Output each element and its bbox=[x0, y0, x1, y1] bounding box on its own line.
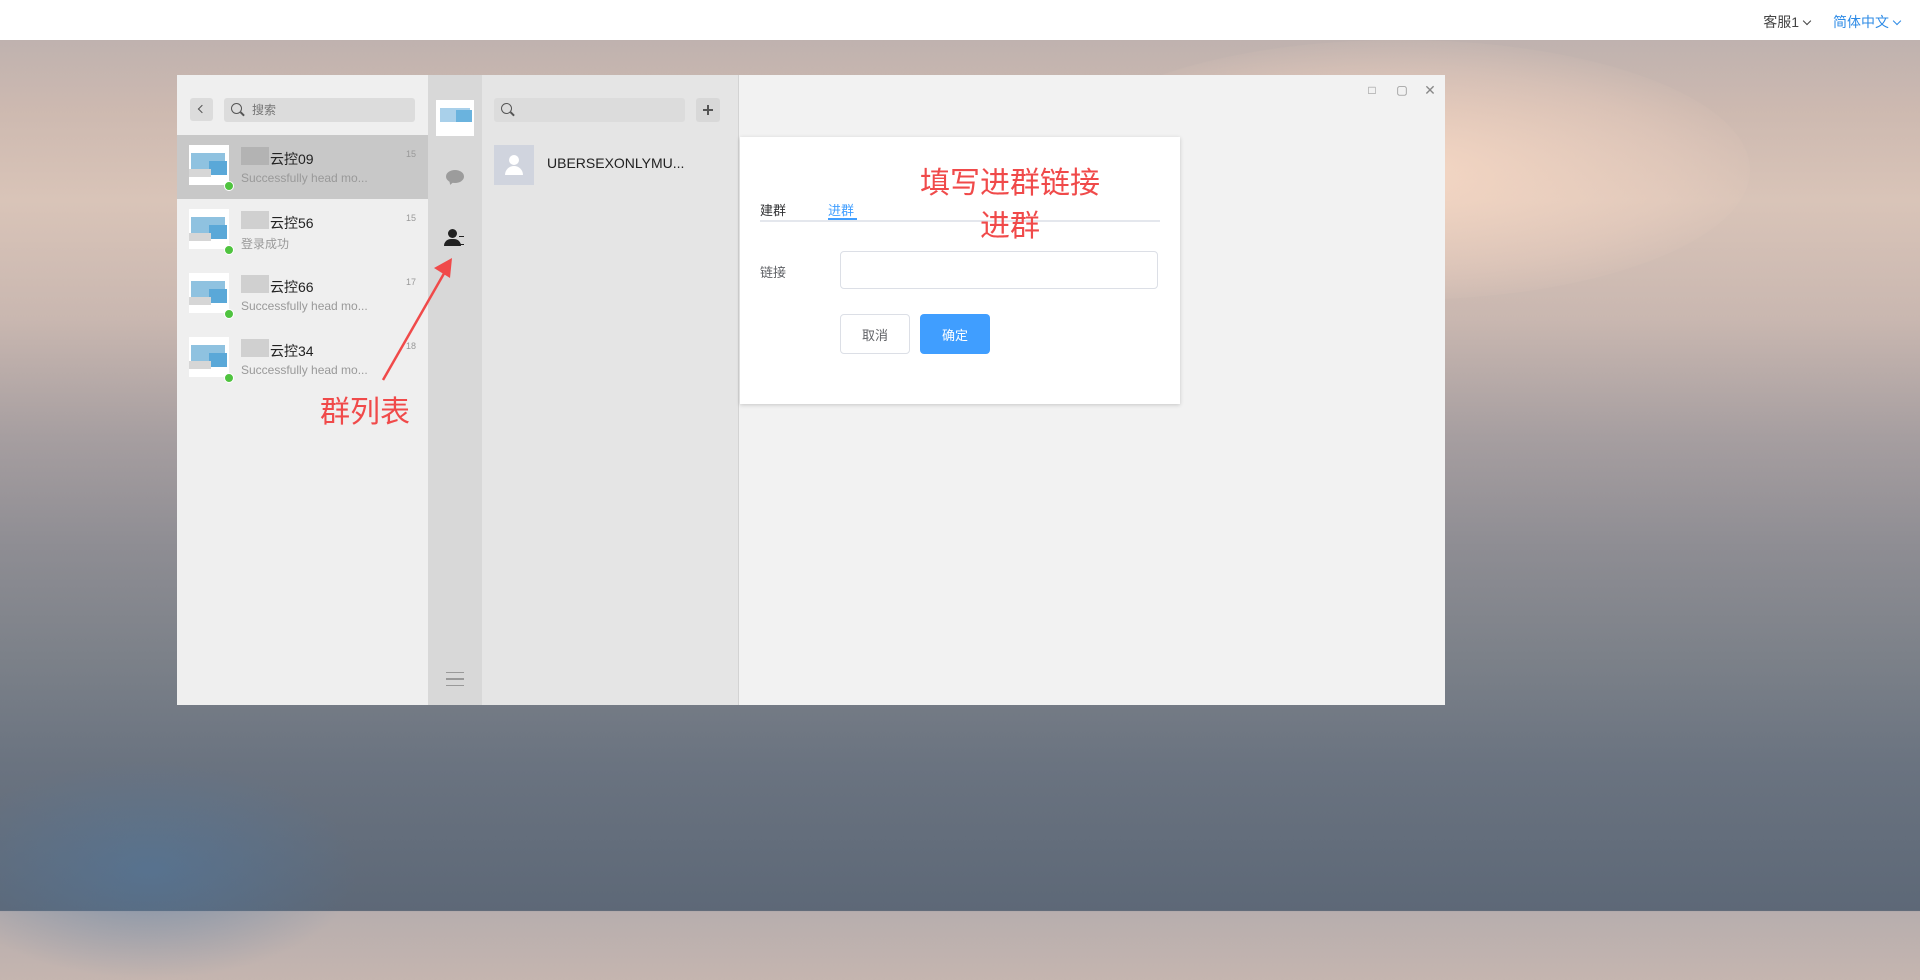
annotation-arrow-icon bbox=[381, 258, 452, 381]
